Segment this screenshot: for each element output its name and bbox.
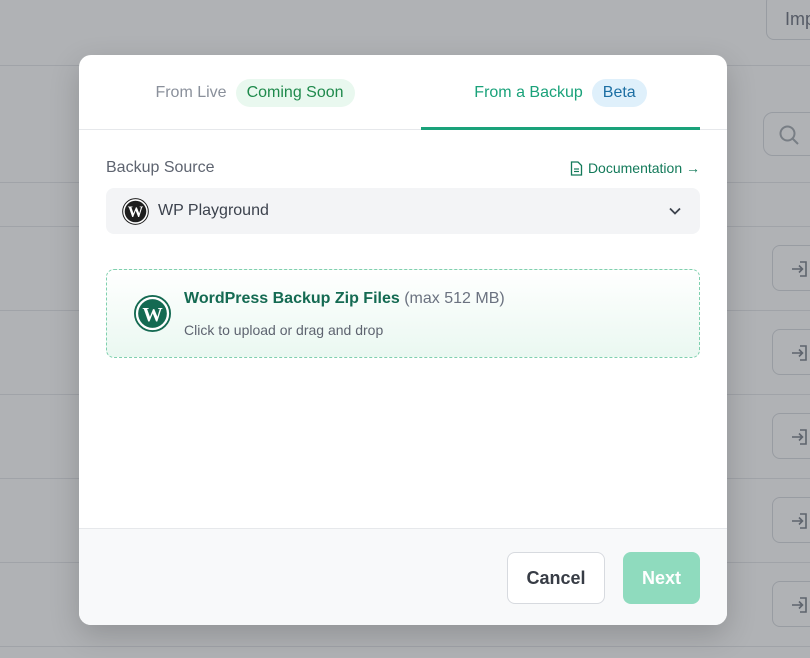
backup-source-value: WP Playground <box>158 202 269 219</box>
wordpress-logo-icon: W <box>134 295 171 332</box>
upload-title-text: WordPress Backup Zip Files <box>184 290 400 307</box>
svg-text:W: W <box>128 203 144 220</box>
backup-source-select[interactable]: W WP Playground <box>106 188 700 234</box>
next-button[interactable]: Next <box>623 552 700 604</box>
documentation-link-label: Documentation → <box>587 160 700 176</box>
active-tab-indicator <box>421 127 700 130</box>
svg-text:W: W <box>142 304 163 326</box>
backup-upload-dropzone[interactable]: W WordPress Backup Zip Files (max 512 MB… <box>106 269 700 358</box>
documentation-link[interactable]: Documentation → <box>570 160 700 176</box>
tab-from-live[interactable]: From Live Coming Soon <box>107 55 403 130</box>
tab-from-backup[interactable]: From a Backup Beta <box>421 55 700 130</box>
coming-soon-badge: Coming Soon <box>235 78 355 107</box>
document-icon <box>570 160 583 176</box>
chevron-down-icon <box>669 207 681 215</box>
beta-badge: Beta <box>591 78 647 107</box>
cancel-button[interactable]: Cancel <box>507 552 605 604</box>
upload-hint: Click to upload or drag and drop <box>184 322 384 338</box>
wordpress-logo-icon: W <box>122 197 149 225</box>
tab-from-live-label: From Live <box>155 83 227 101</box>
source-tabs: From Live Coming Soon From a Backup Beta <box>79 55 727 130</box>
import-site-modal: From Live Coming Soon From a Backup Beta… <box>79 55 727 625</box>
tab-from-backup-label: From a Backup <box>474 83 583 101</box>
backup-source-label: Backup Source <box>106 159 215 176</box>
upload-size-limit: (max 512 MB) <box>404 290 505 307</box>
modal-footer: Cancel Next <box>79 528 727 625</box>
upload-title: WordPress Backup Zip Files (max 512 MB) <box>184 290 505 308</box>
